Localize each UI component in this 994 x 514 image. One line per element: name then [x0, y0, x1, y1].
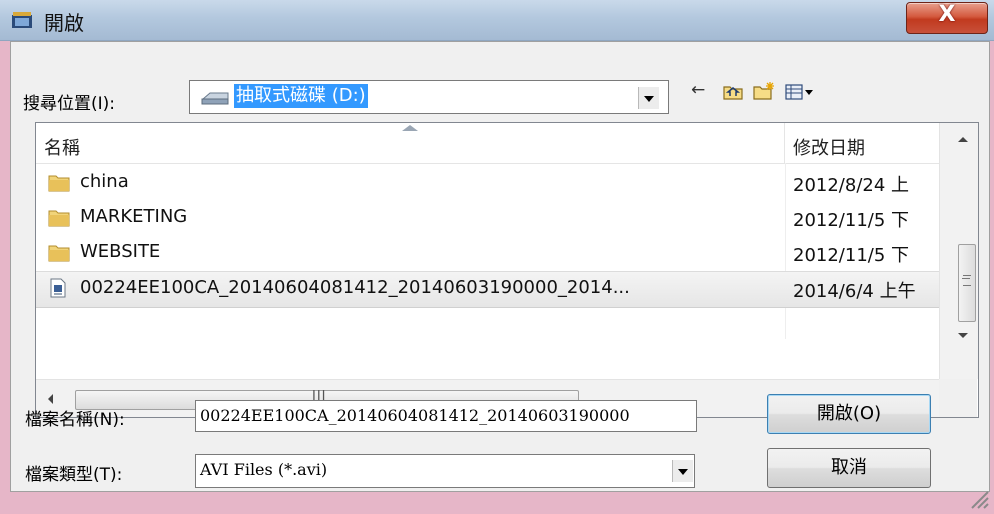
view-menu-icon[interactable] — [785, 84, 815, 100]
folder-icon — [48, 210, 70, 227]
look-in-dropdown[interactable]: 抽取式磁碟 (D:) — [189, 80, 669, 114]
up-folder-icon[interactable] — [723, 84, 743, 100]
drive-icon — [201, 92, 229, 105]
location-text: 抽取式磁碟 (D:) — [234, 84, 368, 108]
title-bar: 開啟 X — [0, 0, 994, 41]
resize-grip-icon[interactable] — [966, 486, 990, 510]
filename-label: 檔案名稱(N): — [25, 410, 125, 430]
cancel-button[interactable]: 取消 — [767, 448, 931, 488]
look-in-label: 搜尋位置(I): — [23, 94, 116, 114]
column-header-date[interactable]: 修改日期 — [785, 123, 939, 164]
scroll-left-icon[interactable] — [48, 394, 53, 404]
filetype-label: 檔案類型(T): — [25, 465, 123, 485]
open-button[interactable]: 開啟(O) — [767, 394, 931, 434]
vertical-scroll-thumb[interactable] — [958, 244, 976, 322]
list-item[interactable]: WEBSITE 2012/11/5 下 — [36, 236, 939, 271]
sort-ascending-icon — [402, 125, 418, 131]
window-title: 開啟 — [44, 11, 84, 35]
vertical-scrollbar[interactable] — [939, 123, 978, 379]
scroll-down-icon[interactable] — [958, 333, 968, 338]
scroll-up-icon[interactable] — [958, 137, 968, 142]
folder-icon — [48, 245, 70, 262]
back-arrow-icon[interactable]: ← — [691, 80, 705, 100]
chevron-down-icon[interactable] — [638, 87, 659, 109]
scroll-grip — [962, 278, 970, 279]
scroll-corner — [939, 379, 977, 417]
new-folder-icon[interactable] — [753, 82, 775, 100]
file-list[interactable]: 名稱 修改日期 china 2012/8/24 上 MARKETING 2012… — [35, 122, 979, 418]
close-icon: X — [938, 2, 956, 27]
dialog-body: 搜尋位置(I): 抽取式磁碟 (D:) ← 名稱 修改日期 china 2012… — [10, 41, 990, 492]
list-item-selected[interactable]: 00224EE100CA_20140604081412_201406031900… — [36, 271, 939, 308]
filename-field[interactable]: 00224EE100CA_20140604081412_201406031900… — [195, 400, 697, 432]
chevron-down-icon[interactable] — [672, 460, 693, 482]
close-button[interactable]: X — [906, 2, 988, 34]
filetype-dropdown[interactable]: AVI Files (*.avi) — [195, 454, 695, 488]
folder-icon — [48, 175, 70, 192]
video-file-icon — [50, 278, 66, 298]
list-item[interactable]: MARKETING 2012/11/5 下 — [36, 201, 939, 236]
list-item[interactable]: china 2012/8/24 上 — [36, 166, 939, 201]
filetype-value: AVI Files (*.avi) — [200, 460, 328, 479]
film-icon — [12, 12, 32, 28]
